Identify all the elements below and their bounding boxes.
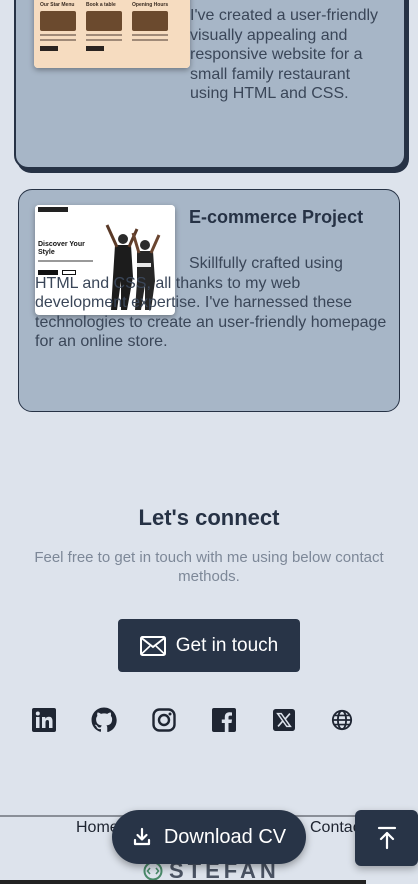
facebook-icon[interactable]	[208, 704, 240, 736]
project-card-ecommerce: Discover Your Style E-commerce Project S…	[18, 189, 400, 412]
download-icon	[133, 827, 150, 846]
download-cv-label: Download CV	[163, 825, 287, 848]
thumb-column: Opening Hours	[132, 2, 172, 60]
project-card-restaurant: Our Star Menu Book a table Opening Hours…	[14, 0, 406, 169]
code-logo-icon	[143, 861, 163, 881]
social-links	[22, 704, 362, 736]
bottom-edge	[0, 880, 366, 884]
thumb-column: Book a table	[86, 2, 126, 60]
thumb-column: Our Star Menu	[40, 2, 80, 60]
mail-icon	[139, 635, 166, 656]
globe-icon[interactable]	[326, 704, 358, 736]
x-icon[interactable]	[268, 704, 300, 736]
thumb-column-heading: Book a table	[86, 2, 116, 8]
project-title: E-commerce Project	[189, 207, 364, 227]
get-in-touch-label: Get in touch	[175, 634, 279, 656]
project-description: Skillfully crafted using HTML and CSS, a…	[35, 255, 387, 350]
connect-description: Feel free to get in touch with me using …	[34, 549, 384, 585]
restaurant-project-thumbnail[interactable]: Our Star Menu Book a table Opening Hours	[34, 0, 190, 68]
thumb-navbar	[35, 205, 175, 214]
thumb-body: Our Star Menu Book a table Opening Hours	[34, 0, 190, 68]
back-to-top-button[interactable]	[355, 810, 418, 866]
connect-heading: Let's connect	[138, 505, 280, 530]
thumb-column-heading: Our Star Menu	[40, 2, 75, 8]
thumb-column-heading: Opening Hours	[132, 2, 169, 8]
download-cv-button[interactable]: Download CV	[112, 810, 306, 864]
instagram-icon[interactable]	[148, 704, 180, 736]
arrow-up-to-line-icon	[377, 826, 396, 850]
get-in-touch-button[interactable]: Get in touch	[118, 619, 300, 672]
github-icon[interactable]	[88, 704, 120, 736]
project-description: I've created a user-friendly visually ap…	[190, 7, 379, 102]
linkedin-icon[interactable]	[28, 704, 60, 736]
footer-link-contact[interactable]: Contac	[310, 819, 361, 837]
